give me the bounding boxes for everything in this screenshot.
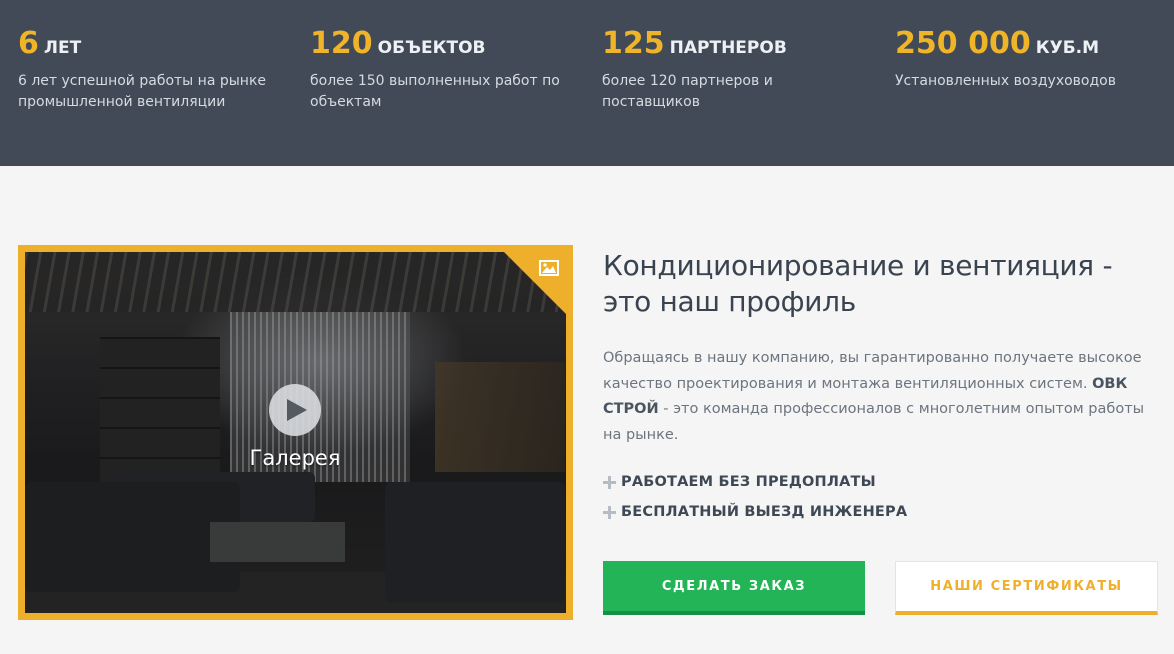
- play-button[interactable]: [269, 384, 321, 436]
- stat-unit: ЛЕТ: [43, 38, 82, 58]
- gallery-photo[interactable]: Галерея: [25, 252, 566, 613]
- plus-icon: [603, 475, 616, 489]
- section-heading: Кондиционирование и вентияция - это наш …: [603, 249, 1113, 318]
- stat-description: Установленных воздуховодов: [895, 73, 1116, 89]
- stat-partners: 125 ПАРТНЕРОВ более 120 партнеров и пост…: [602, 26, 872, 113]
- stat-number: 125: [602, 26, 665, 61]
- plus-icon: [603, 505, 616, 519]
- stat-years: 6 ЛЕТ 6 лет успешной работы на рынке про…: [18, 26, 288, 113]
- play-icon: [287, 399, 307, 421]
- stat-number: 6: [18, 26, 39, 61]
- feature-list: РАБОТАЕМ БЕЗ ПРЕДОПЛАТЫ БЕСПЛАТНЫЙ ВЫЕЗД…: [603, 467, 1163, 527]
- order-button[interactable]: СДЕЛАТЬ ЗАКАЗ: [603, 561, 865, 615]
- feature-item: РАБОТАЕМ БЕЗ ПРЕДОПЛАТЫ: [603, 467, 1163, 497]
- stat-number: 120: [310, 26, 373, 61]
- stat-objects: 120 ОБЪЕКТОВ более 150 выполненных работ…: [310, 26, 580, 113]
- stats-band: 6 ЛЕТ 6 лет успешной работы на рынке про…: [0, 0, 1174, 166]
- stat-description: более 150 выполненных работ по объектам: [310, 73, 560, 110]
- section-paragraph: Обращаясь в нашу компанию, вы гарантиров…: [603, 350, 1145, 443]
- stat-description: более 120 партнеров и поставщиков: [602, 73, 773, 110]
- image-icon: [539, 260, 559, 276]
- stat-unit: КУБ.М: [1035, 38, 1100, 58]
- gallery-label: Галерея: [249, 446, 341, 470]
- stat-unit: ПАРТНЕРОВ: [669, 38, 787, 58]
- info-section: Кондиционирование и вентияция - это наш …: [603, 248, 1163, 527]
- stat-description: 6 лет успешной работы на рынке промышлен…: [18, 73, 267, 110]
- stat-ducts: 250 000 КУБ.М Установленных воздуховодов: [895, 26, 1165, 92]
- feature-item: БЕСПЛАТНЫЙ ВЫЕЗД ИНЖЕНЕРА: [603, 497, 1163, 527]
- certificates-button[interactable]: НАШИ СЕРТИФИКАТЫ: [895, 561, 1158, 615]
- gallery-card[interactable]: Галерея: [18, 245, 573, 620]
- stat-number: 250 000: [895, 26, 1031, 61]
- stat-unit: ОБЪЕКТОВ: [377, 38, 486, 58]
